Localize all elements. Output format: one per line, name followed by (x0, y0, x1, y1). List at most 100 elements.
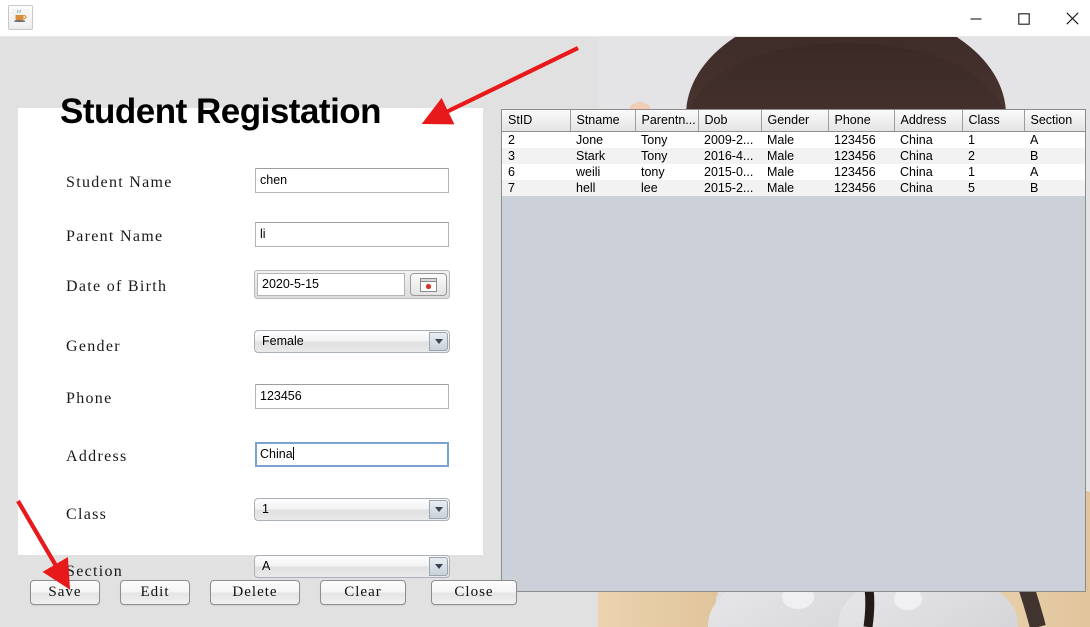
table-cell: lee (635, 180, 698, 196)
table-cell: 2016-4... (698, 148, 761, 164)
phone-input[interactable]: 123456 (255, 384, 449, 409)
table-cell: Stark (570, 148, 635, 164)
label-address: Address (66, 442, 128, 472)
table-cell: B (1024, 180, 1086, 196)
table-cell: A (1024, 164, 1086, 180)
table-cell: Jone (570, 131, 635, 148)
table-cell: 6 (502, 164, 570, 180)
students-table: StIDStnameParentn...DobGenderPhoneAddres… (502, 110, 1086, 196)
close-icon[interactable] (1048, 0, 1090, 37)
table-cell: Male (761, 131, 828, 148)
text-caret (293, 447, 294, 460)
table-column-header[interactable]: Address (894, 110, 962, 131)
table-column-header[interactable]: Phone (828, 110, 894, 131)
class-select-value: 1 (262, 499, 269, 520)
table-cell: China (894, 164, 962, 180)
table-column-header[interactable]: Gender (761, 110, 828, 131)
address-input-value: China (260, 447, 293, 461)
minimize-icon[interactable] (952, 0, 1000, 37)
date-of-birth-picker: 2020-5-15 (254, 270, 450, 299)
section-select[interactable]: A (254, 555, 450, 578)
student-name-input[interactable]: chen (255, 168, 449, 193)
table-cell: Male (761, 180, 828, 196)
table-cell: 3 (502, 148, 570, 164)
table-cell: China (894, 148, 962, 164)
table-header-row: StIDStnameParentn...DobGenderPhoneAddres… (502, 110, 1086, 131)
table-row[interactable]: 3StarkTony2016-4...Male123456China2B (502, 148, 1086, 164)
table-column-header[interactable]: Class (962, 110, 1024, 131)
table-column-header[interactable]: Parentn... (635, 110, 698, 131)
table-cell: tony (635, 164, 698, 180)
label-gender: Gender (66, 332, 121, 362)
table-cell: 2015-2... (698, 180, 761, 196)
table-cell: 123456 (828, 164, 894, 180)
java-coffee-cup-icon (8, 5, 33, 30)
gender-select-value: Female (262, 331, 304, 352)
clear-button[interactable]: Clear (320, 580, 406, 605)
table-cell: 1 (962, 131, 1024, 148)
table-cell: 123456 (828, 180, 894, 196)
label-phone: Phone (66, 384, 113, 414)
table-cell: weili (570, 164, 635, 180)
table-column-header[interactable]: Section (1024, 110, 1086, 131)
chevron-down-icon[interactable] (429, 332, 448, 351)
date-of-birth-input[interactable]: 2020-5-15 (257, 273, 405, 296)
maximize-icon[interactable] (1000, 0, 1048, 37)
table-column-header[interactable]: Dob (698, 110, 761, 131)
chevron-down-icon[interactable] (429, 557, 448, 576)
table-cell: 2 (962, 148, 1024, 164)
close-button[interactable]: Close (431, 580, 517, 605)
application-window: Student Registation Student Name chen Pa… (0, 0, 1090, 627)
table-cell: Tony (635, 148, 698, 164)
label-date-of-birth: Date of Birth (66, 272, 167, 302)
label-student-name: Student Name (66, 168, 173, 198)
field-row-parent-name: Parent Name li (18, 222, 483, 252)
table-cell: China (894, 180, 962, 196)
table-column-header[interactable]: Stname (570, 110, 635, 131)
table-cell: 2015-0... (698, 164, 761, 180)
table-row[interactable]: 2JoneTony2009-2...Male123456China1A (502, 131, 1086, 148)
window-titlebar (0, 0, 1090, 37)
field-row-student-name: Student Name chen (18, 168, 483, 198)
action-button-bar: Save Edit Delete Clear Close (0, 580, 598, 627)
table-cell: Male (761, 148, 828, 164)
save-button[interactable]: Save (30, 580, 100, 605)
label-parent-name: Parent Name (66, 222, 163, 252)
gender-select[interactable]: Female (254, 330, 450, 353)
table-cell: Tony (635, 131, 698, 148)
table-cell: 5 (962, 180, 1024, 196)
field-row-date-of-birth: Date of Birth 2020-5-15 (18, 272, 483, 302)
table-cell: 2 (502, 131, 570, 148)
field-row-address: Address China (18, 442, 483, 472)
table-cell: A (1024, 131, 1086, 148)
table-cell: 1 (962, 164, 1024, 180)
field-row-phone: Phone 123456 (18, 384, 483, 414)
edit-button[interactable]: Edit (120, 580, 190, 605)
table-row[interactable]: 6weilitony2015-0...Male123456China1A (502, 164, 1086, 180)
student-form-panel: Student Name chen Parent Name li Date of… (18, 108, 483, 555)
class-select[interactable]: 1 (254, 498, 450, 521)
table-row[interactable]: 7helllee2015-2...Male123456China5B (502, 180, 1086, 196)
table-cell: China (894, 131, 962, 148)
section-select-value: A (262, 556, 270, 577)
table-column-header[interactable]: StID (502, 110, 570, 131)
parent-name-input[interactable]: li (255, 222, 449, 247)
table-cell: hell (570, 180, 635, 196)
table-cell: B (1024, 148, 1086, 164)
students-table-panel[interactable]: StIDStnameParentn...DobGenderPhoneAddres… (501, 109, 1086, 592)
table-cell: Male (761, 164, 828, 180)
table-cell: 123456 (828, 148, 894, 164)
calendar-icon[interactable] (410, 273, 447, 296)
application-content: Student Registation Student Name chen Pa… (0, 37, 1090, 627)
chevron-down-icon[interactable] (429, 500, 448, 519)
table-cell: 7 (502, 180, 570, 196)
table-cell: 2009-2... (698, 131, 761, 148)
table-body: 2JoneTony2009-2...Male123456China1A3Star… (502, 131, 1086, 196)
address-input[interactable]: China (255, 442, 449, 467)
table-cell: 123456 (828, 131, 894, 148)
page-title: Student Registation (60, 92, 381, 132)
delete-button[interactable]: Delete (210, 580, 300, 605)
field-row-gender: Gender Female (18, 332, 483, 362)
field-row-class: Class 1 (18, 500, 483, 530)
label-class: Class (66, 500, 107, 530)
